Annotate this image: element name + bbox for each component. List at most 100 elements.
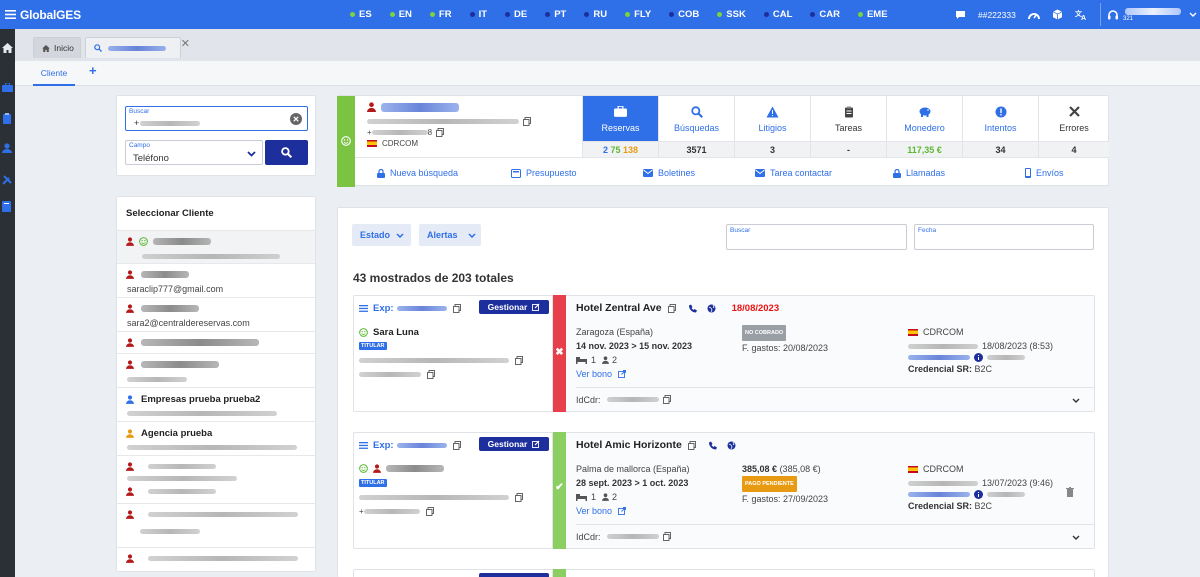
client-list-item[interactable] — [117, 353, 315, 387]
client-list-item[interactable] — [117, 230, 315, 263]
client-email-redacted — [367, 119, 519, 124]
lang-site-ssk[interactable]: SSK — [717, 9, 746, 20]
client-name: Empresas prueba prueba2 — [141, 394, 261, 405]
date-filter-input[interactable]: Fecha — [914, 224, 1094, 250]
copy-icon[interactable] — [662, 532, 671, 541]
booking-search-input[interactable]: Buscar — [726, 224, 907, 250]
home-icon[interactable] — [2, 43, 13, 56]
clipboard-icon[interactable] — [2, 113, 12, 127]
client-list-item[interactable]: Empresas prueba prueba2 — [117, 387, 315, 421]
copy-icon[interactable] — [523, 117, 531, 126]
close-tab-icon[interactable]: ✕ — [181, 37, 190, 50]
buscar-input[interactable]: + — [134, 118, 201, 128]
campo-select[interactable]: Campo Teléfono — [125, 140, 263, 165]
lang-site-fr[interactable]: FR — [429, 9, 452, 20]
envios-link[interactable]: Envíos — [1025, 168, 1064, 178]
llamadas-link[interactable]: Llamadas — [893, 168, 945, 178]
copy-icon[interactable] — [662, 395, 671, 404]
subtab-cliente[interactable]: Cliente — [33, 65, 75, 86]
copy-icon[interactable] — [425, 507, 434, 516]
copy-icon[interactable] — [515, 356, 523, 365]
speedometer-icon[interactable] — [1027, 10, 1040, 20]
translate-icon[interactable]: 文A — [1075, 9, 1087, 20]
stat-errores[interactable]: Errores 4 — [1038, 96, 1109, 157]
copy-icon[interactable] — [515, 493, 523, 502]
lang-site-it[interactable]: IT — [469, 9, 487, 20]
expedient[interactable]: Exp: — [359, 303, 461, 314]
info-icon[interactable] — [974, 353, 983, 362]
chevron-down-icon[interactable] — [1072, 395, 1080, 405]
search-button[interactable] — [265, 140, 308, 165]
gestionar-button[interactable]: Gestionar — [479, 300, 549, 314]
stat-litigios[interactable]: Litigios 3 — [734, 96, 810, 157]
client-list-item[interactable] — [117, 331, 315, 353]
client-list-item[interactable] — [117, 455, 315, 482]
buscar-field[interactable]: Buscar + — [125, 106, 308, 131]
copy-icon[interactable] — [452, 304, 461, 313]
user-icon[interactable] — [2, 143, 12, 156]
status-dot-icon — [505, 12, 511, 17]
stat-tareas[interactable]: Tareas - — [810, 96, 886, 157]
stat-monedero[interactable]: Monedero 117,35 € — [886, 96, 962, 157]
chevron-down-icon[interactable] — [1072, 532, 1080, 542]
booking-row[interactable]: Exp: Gestionar Sara Luna TITULAR ✖ Hotel… — [353, 295, 1095, 412]
tarea-contactar-link[interactable]: Tarea contactar — [755, 168, 832, 178]
stat-reservas[interactable]: Reservas 2 75 138 — [582, 96, 658, 157]
booking-row[interactable]: Exp: Gestionar TITULAR + ✔ Hotel Amic Ho… — [353, 432, 1095, 549]
briefcase-icon[interactable] — [2, 82, 13, 95]
hamburger-menu-icon[interactable] — [2, 0, 18, 29]
client-list-item[interactable] — [117, 547, 315, 571]
client-list-item[interactable]: saraclip777@gmail.com — [117, 263, 315, 297]
ver-bono-link[interactable]: Ver bono — [576, 504, 690, 518]
copy-icon[interactable] — [436, 128, 445, 137]
lang-site-pt[interactable]: PT — [545, 9, 566, 20]
lang-site-es[interactable]: ES — [350, 9, 372, 20]
book-icon[interactable] — [2, 201, 11, 215]
trash-icon[interactable] — [1066, 487, 1074, 497]
copy-icon[interactable] — [427, 370, 435, 379]
lang-site-cob[interactable]: COB — [669, 9, 699, 20]
tab-inicio[interactable]: Inicio — [33, 37, 81, 58]
copy-icon[interactable] — [452, 441, 461, 450]
booking-row[interactable] — [353, 569, 1095, 577]
client-list-item[interactable]: Agencia prueba — [117, 421, 315, 455]
tab-client-search[interactable]: ✕ — [85, 37, 190, 58]
lang-site-cal[interactable]: CAL — [763, 9, 792, 20]
gestionar-button[interactable] — [479, 573, 549, 577]
clear-input-icon[interactable] — [290, 113, 302, 128]
info-icon[interactable] — [974, 490, 983, 499]
boletines-link[interactable]: Boletines — [643, 168, 695, 178]
cube-icon[interactable] — [1052, 9, 1063, 20]
sub-tabs: Cliente + — [15, 61, 1200, 86]
client-list-item[interactable] — [117, 503, 315, 525]
copy-icon[interactable] — [687, 440, 696, 450]
add-subtab-button[interactable]: + — [89, 63, 97, 78]
alertas-filter[interactable]: Alertas — [419, 224, 481, 246]
phone-icon[interactable] — [708, 441, 717, 450]
nueva-busqueda-link[interactable]: Nueva búsqueda — [377, 168, 458, 178]
user-menu[interactable]: 321 — [1100, 3, 1200, 26]
lang-site-ru[interactable]: RU — [584, 9, 607, 20]
lang-site-eme[interactable]: EME — [857, 9, 888, 20]
copy-icon[interactable] — [667, 303, 676, 313]
stat-intentos[interactable]: Intentos 34 — [962, 96, 1038, 157]
lang-site-fly[interactable]: FLY — [625, 9, 651, 20]
client-list-item[interactable] — [117, 481, 315, 503]
phone-icon[interactable] — [688, 304, 697, 313]
tools-icon[interactable] — [2, 174, 13, 188]
client-list-item[interactable] — [117, 525, 315, 547]
lang-site-en[interactable]: EN — [389, 9, 412, 20]
estado-filter[interactable]: Estado — [352, 224, 411, 246]
globe-icon[interactable] — [707, 304, 716, 313]
gestionar-button[interactable]: Gestionar — [479, 437, 549, 451]
chat-icon[interactable] — [955, 10, 966, 20]
lang-site-de[interactable]: DE — [505, 9, 527, 20]
lang-site-car[interactable]: CAR — [810, 9, 840, 20]
expedient[interactable]: Exp: — [359, 440, 461, 451]
client-list-item[interactable]: sara2@centraldereservas.com — [117, 297, 315, 331]
stat-busquedas[interactable]: Búsquedas 3571 — [658, 96, 734, 157]
app-brand[interactable]: GlobalGES — [20, 8, 81, 22]
presupuesto-link[interactable]: Presupuesto — [511, 168, 577, 178]
globe-icon[interactable] — [727, 441, 736, 450]
ver-bono-link[interactable]: Ver bono — [576, 367, 692, 381]
